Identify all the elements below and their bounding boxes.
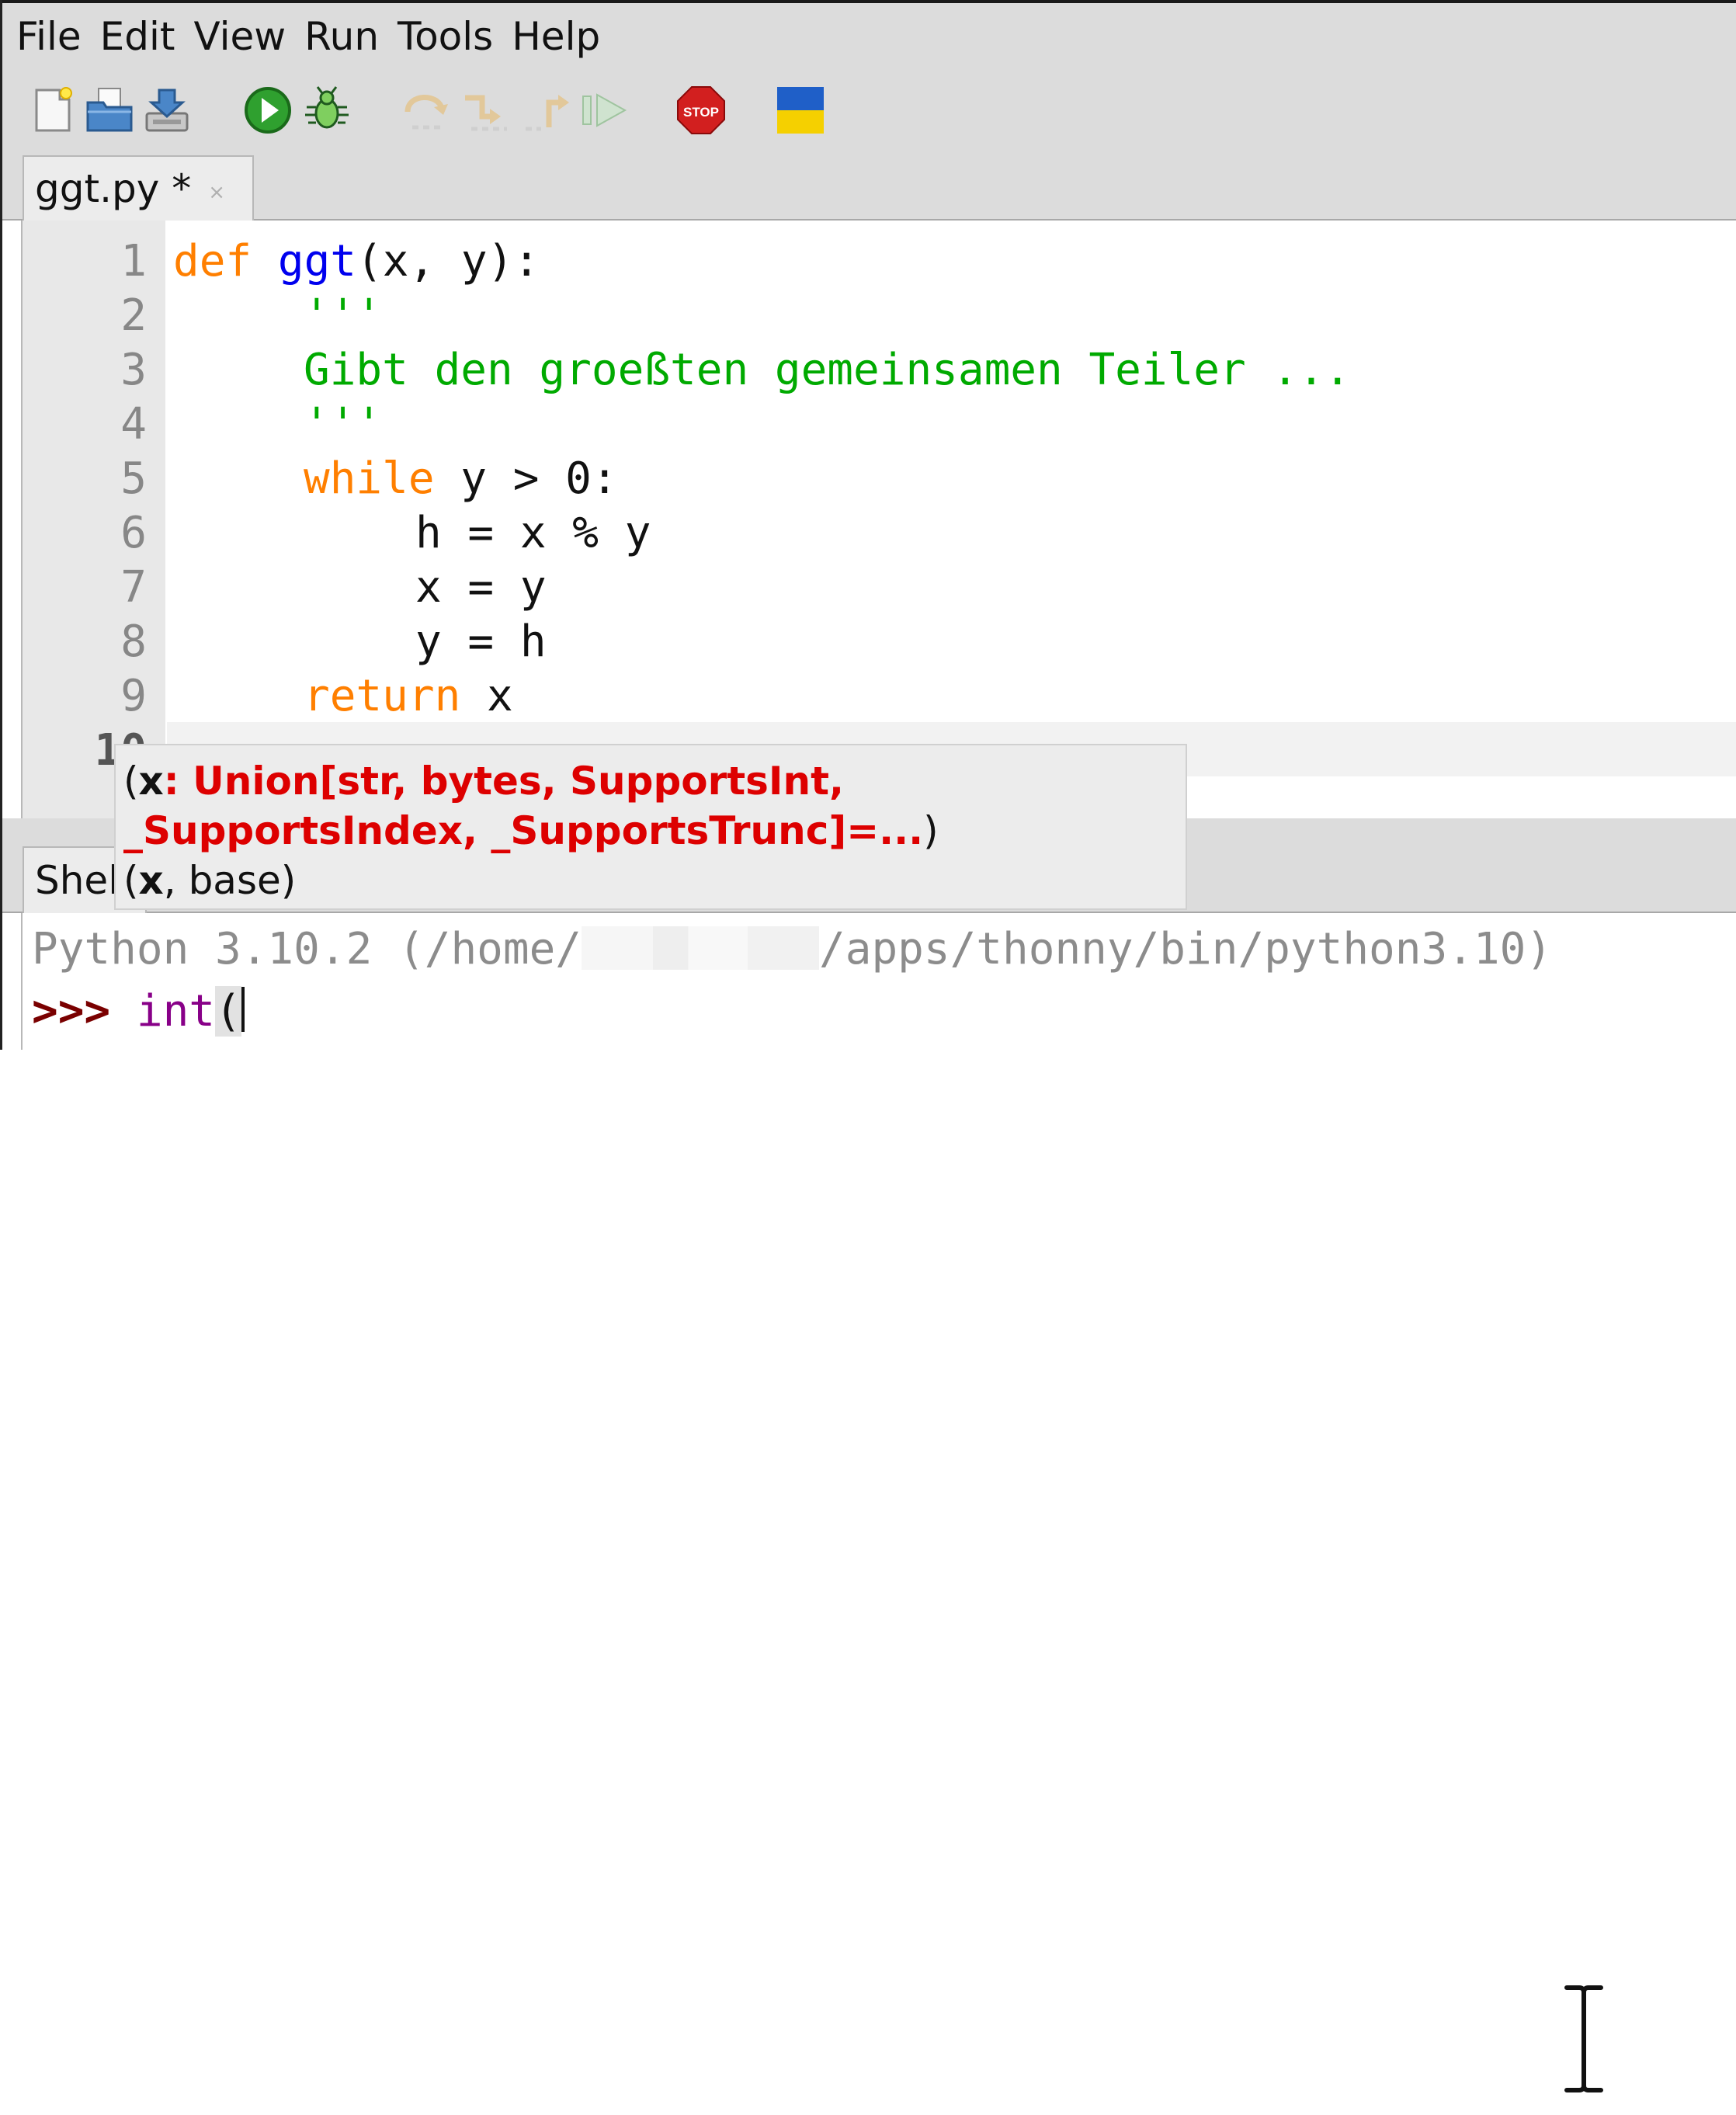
open-file-button[interactable] bbox=[85, 85, 134, 135]
step-out-button[interactable] bbox=[523, 85, 572, 135]
toolbar: STOP bbox=[2, 70, 1736, 155]
shell-input-line[interactable]: >>> int( bbox=[32, 985, 245, 1039]
line-number: 8 bbox=[120, 616, 147, 667]
matching-paren: ( bbox=[215, 986, 241, 1037]
shell-banner: Python 3.10.2 (/home//apps/thonny/bin/py… bbox=[32, 924, 1553, 974]
code-line-1: def ggt(x, y): bbox=[173, 236, 540, 287]
line-number: 7 bbox=[120, 562, 147, 613]
line-number: 2 bbox=[120, 290, 147, 341]
menu-edit[interactable]: Edit bbox=[100, 3, 175, 70]
line-number: 3 bbox=[120, 345, 147, 395]
resume-button[interactable] bbox=[580, 85, 630, 135]
redacted-username bbox=[582, 926, 820, 970]
calltip-signature-2: (x, base) bbox=[123, 858, 297, 903]
stop-icon: STOP bbox=[677, 86, 725, 134]
calltip-signature-1-cont: _SupportsIndex, _SupportsTrunc]=...) bbox=[123, 808, 939, 853]
code-line-4: ''' bbox=[304, 399, 383, 450]
code-line-2: ''' bbox=[304, 290, 383, 341]
debug-button[interactable] bbox=[302, 85, 352, 135]
ukraine-flag-icon bbox=[777, 87, 824, 134]
editor-tab-strip: ggt.py * × bbox=[2, 155, 1736, 221]
shell-prompt: >>> bbox=[32, 986, 111, 1037]
menu-run[interactable]: Run bbox=[304, 3, 379, 70]
shell-input-function: int bbox=[136, 986, 216, 1037]
code-line-3: Gibt den groeßten gemeinsamen Teiler ... bbox=[304, 345, 1351, 395]
menu-tools[interactable]: Tools bbox=[398, 3, 493, 70]
new-file-button[interactable] bbox=[29, 85, 78, 135]
code-line-9: return x bbox=[304, 671, 513, 721]
text-caret bbox=[241, 987, 245, 1032]
code-line-7: x = y bbox=[415, 562, 547, 613]
save-file-icon bbox=[145, 89, 189, 132]
ibeam-cursor-icon bbox=[1562, 1985, 1606, 2093]
code-editor[interactable]: 1 2 3 4 5 6 7 8 9 10 def ggt(x, y): ''' … bbox=[21, 221, 1736, 818]
line-number: 9 bbox=[120, 671, 147, 721]
code-line-5: while y > 0: bbox=[304, 453, 618, 504]
debug-icon bbox=[305, 86, 349, 129]
menu-file[interactable]: File bbox=[16, 3, 82, 70]
calltip-popup: (x: Union[str, bytes, SupportsInt, _Supp… bbox=[114, 744, 1187, 910]
resume-icon bbox=[582, 93, 627, 127]
thonny-window: File Edit View Run Tools Help STOP ggt.p… bbox=[0, 0, 1736, 1050]
step-out-icon bbox=[526, 95, 569, 131]
calltip-signature-1: (x: Union[str, bytes, SupportsInt, bbox=[123, 759, 845, 804]
run-button[interactable] bbox=[243, 85, 293, 135]
tab-label: ggt.py * bbox=[35, 166, 192, 211]
line-number: 4 bbox=[120, 399, 147, 450]
close-icon[interactable]: × bbox=[208, 181, 225, 204]
step-over-icon bbox=[404, 95, 448, 130]
svg-text:STOP: STOP bbox=[683, 105, 719, 120]
run-icon bbox=[245, 87, 291, 134]
step-over-button[interactable] bbox=[401, 85, 451, 135]
menu-help[interactable]: Help bbox=[512, 3, 600, 70]
step-into-button[interactable] bbox=[460, 85, 510, 135]
code-line-6: h = x % y bbox=[415, 508, 651, 558]
open-file-icon bbox=[86, 88, 133, 132]
save-file-button[interactable] bbox=[142, 85, 192, 135]
step-into-icon bbox=[465, 95, 507, 131]
new-file-icon bbox=[35, 87, 72, 132]
menu-bar: File Edit View Run Tools Help bbox=[2, 3, 1736, 70]
line-number: 6 bbox=[120, 508, 147, 558]
line-number: 1 bbox=[120, 236, 147, 287]
line-number: 5 bbox=[120, 453, 147, 504]
python-shell[interactable]: Python 3.10.2 (/home//apps/thonny/bin/py… bbox=[21, 913, 1736, 1050]
stop-button[interactable]: STOP bbox=[676, 85, 726, 135]
code-line-8: y = h bbox=[415, 616, 547, 667]
ukraine-flag-button[interactable] bbox=[776, 85, 825, 135]
line-number-gutter: 1 2 3 4 5 6 7 8 9 10 bbox=[23, 221, 165, 818]
tab-ggt-py[interactable]: ggt.py * × bbox=[23, 155, 254, 221]
menu-view[interactable]: View bbox=[194, 3, 286, 70]
